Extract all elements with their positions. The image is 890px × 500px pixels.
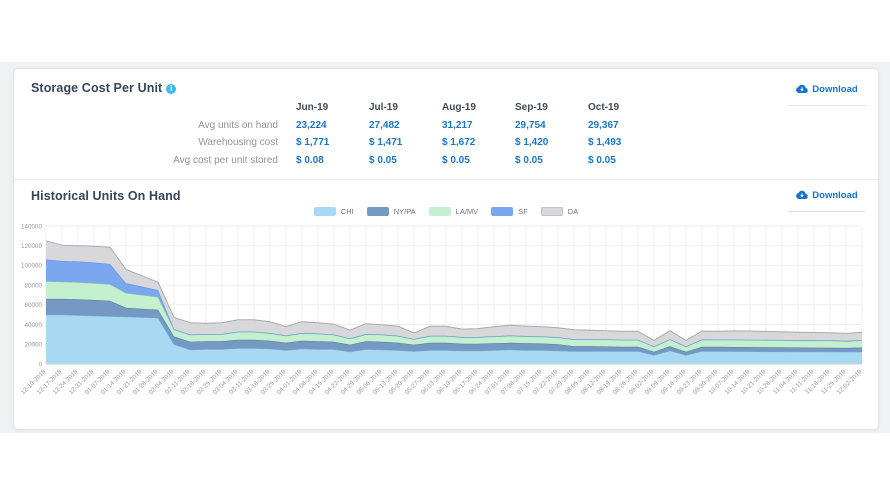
cloud-download-icon — [796, 84, 808, 94]
legend-label: DA — [567, 207, 579, 216]
dashboard-card: Storage Cost Per Unit i Download Jun-19 Ju… — [13, 68, 879, 430]
storage-download-label: Download — [812, 83, 858, 95]
storage-table-header-row: Jun-19 Jul-19 Aug-19 Sep-19 Oct-19 — [31, 99, 643, 117]
history-download-button[interactable]: Download — [796, 189, 858, 201]
row-label: Avg units on hand — [198, 119, 278, 131]
table-row: Warehousing cost $ 1,771 $ 1,471 $ 1,672 $ 1… — [31, 134, 643, 152]
row-label: Avg cost per unit stored — [173, 154, 278, 166]
value-cell: $ 0.05 — [442, 154, 470, 166]
legend-item-da[interactable]: DA — [540, 207, 579, 216]
svg-text:40000: 40000 — [24, 322, 42, 329]
value-cell: $ 0.08 — [296, 154, 324, 166]
value-cell: 29,754 — [515, 119, 546, 131]
month-header-cell: Oct-19 — [588, 102, 620, 114]
value-cell: 29,367 — [588, 119, 619, 131]
value-cell: $ 1,771 — [296, 137, 330, 149]
legend-swatch — [366, 207, 389, 216]
table-row: Avg cost per unit stored $ 0.08 $ 0.05 $ 0.… — [31, 152, 643, 170]
legend-swatch — [491, 207, 514, 216]
history-download-label: Download — [812, 189, 858, 201]
value-cell: 27,482 — [369, 119, 400, 131]
value-cell: $ 1,471 — [369, 137, 403, 149]
legend-item-ny-pa[interactable]: NY/PA — [366, 207, 416, 216]
storage-section-title-text: Storage Cost Per Unit — [31, 81, 163, 95]
month-header-cell: Sep-19 — [515, 102, 548, 114]
storage-cost-section: Storage Cost Per Unit i Download Jun-19 Ju… — [14, 69, 878, 179]
value-cell: 23,224 — [296, 119, 327, 131]
legend-label: SF — [518, 207, 528, 216]
info-icon[interactable]: i — [166, 84, 177, 94]
legend-item-chi[interactable]: CHI — [313, 207, 354, 216]
history-section-title-text: Historical Units On Hand — [31, 189, 181, 203]
legend-swatch — [313, 207, 336, 216]
value-cell: $ 0.05 — [515, 154, 543, 166]
cloud-download-icon — [796, 190, 808, 200]
legend-label: LA/MV — [455, 207, 479, 216]
svg-text:120000: 120000 — [21, 243, 43, 250]
row-label: Warehousing cost — [198, 137, 278, 149]
month-header-cell: Jun-19 — [296, 102, 329, 114]
legend-item-la-mv[interactable]: LA/MV — [428, 207, 479, 216]
historical-units-section: Historical Units On Hand Download CHI NY/… — [14, 179, 878, 430]
value-cell: $ 1,420 — [515, 137, 549, 149]
month-header-cell: Jul-19 — [369, 102, 398, 114]
svg-text:0: 0 — [38, 361, 42, 368]
legend-swatch — [540, 207, 563, 216]
svg-text:20000: 20000 — [24, 342, 42, 349]
legend-item-sf[interactable]: SF — [491, 207, 528, 216]
storage-table-body: Avg units on hand 23,224 27,482 31,217 29,75… — [31, 117, 643, 170]
table-row: Avg units on hand 23,224 27,482 31,217 29,75… — [31, 117, 643, 135]
legend-label: CHI — [340, 207, 354, 216]
legend-label: NY/PA — [393, 207, 416, 216]
value-cell: $ 1,672 — [442, 137, 476, 149]
svg-text:140000: 140000 — [21, 223, 43, 230]
storage-cost-table: Jun-19 Jul-19 Aug-19 Sep-19 Oct-19 Avg units… — [31, 99, 643, 169]
history-chart[interactable]: 0200004000060000800001000001200001400001… — [18, 220, 866, 430]
storage-download-button[interactable]: Download — [796, 83, 858, 95]
storage-section-title: Storage Cost Per Unit i — [31, 81, 177, 95]
svg-text:60000: 60000 — [24, 302, 42, 309]
svg-text:80000: 80000 — [24, 282, 42, 289]
history-section-title: Historical Units On Hand — [31, 189, 181, 203]
month-header-cell: Aug-19 — [442, 102, 476, 114]
value-cell: $ 1,493 — [588, 137, 622, 149]
chart-legend: CHI NY/PA LA/MV SF DA — [14, 207, 878, 216]
storage-download-wrap: Download — [788, 81, 866, 106]
legend-swatch — [428, 207, 451, 216]
value-cell: $ 0.05 — [369, 154, 397, 166]
value-cell: $ 0.05 — [588, 154, 616, 166]
svg-text:100000: 100000 — [21, 263, 43, 270]
value-cell: 31,217 — [442, 119, 473, 131]
